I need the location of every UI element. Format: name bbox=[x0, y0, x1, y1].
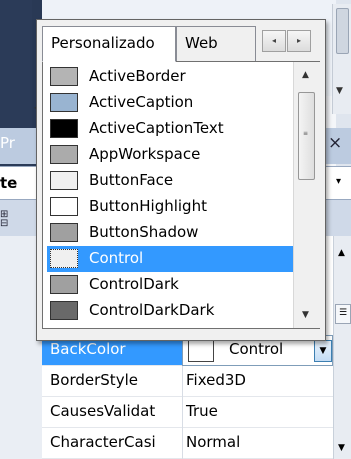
list-item-label: ActiveCaptionText bbox=[89, 119, 224, 137]
column-divider bbox=[182, 428, 183, 459]
list-item-label: ControlDarkDark bbox=[89, 301, 215, 319]
system-color-list[interactable]: ActiveBorder ActiveCaption ActiveCaption… bbox=[42, 61, 320, 329]
list-item-label: Control bbox=[89, 249, 144, 267]
object-selector-value: te bbox=[0, 174, 18, 192]
tab-scroll-right-icon[interactable]: ▸ bbox=[287, 30, 311, 52]
property-name: CharacterCasi bbox=[50, 433, 156, 451]
color-swatch bbox=[50, 67, 78, 86]
list-item-label: ActiveBorder bbox=[89, 67, 186, 85]
property-value: Normal bbox=[186, 433, 241, 451]
list-item[interactable]: ButtonHighlight bbox=[47, 194, 293, 220]
color-swatch bbox=[50, 171, 78, 190]
property-value: True bbox=[186, 402, 218, 420]
editor-scroll-thumb[interactable] bbox=[336, 8, 349, 54]
scroll-up-icon[interactable]: ▲ bbox=[338, 248, 345, 258]
property-value: Control bbox=[229, 340, 284, 358]
scroll-down-icon[interactable]: ▼ bbox=[302, 310, 309, 320]
properties-panel-title: Pr bbox=[0, 134, 15, 152]
property-row-causesvalidation[interactable]: CausesValidat True bbox=[42, 397, 333, 428]
close-icon[interactable]: × bbox=[328, 133, 342, 153]
list-item[interactable]: ActiveBorder bbox=[47, 64, 293, 90]
property-name: BorderStyle bbox=[50, 371, 138, 389]
categorized-view-icon[interactable]: ⊞ ⊟ bbox=[0, 210, 8, 229]
color-list-scrollbar[interactable]: ▲ ≡ ▼ bbox=[293, 62, 320, 328]
list-item[interactable]: AppWorkspace bbox=[47, 142, 293, 168]
color-swatch bbox=[50, 249, 78, 268]
list-item-label: ButtonHighlight bbox=[89, 197, 207, 215]
color-picker-tabs: Personalizado Web ◂ ▸ bbox=[42, 26, 320, 62]
tab-scroll-left-icon[interactable]: ◂ bbox=[262, 30, 286, 52]
color-swatch bbox=[50, 301, 78, 320]
list-item[interactable]: ControlDarkDark bbox=[47, 298, 293, 324]
list-item-label: ActiveCaption bbox=[89, 93, 194, 111]
property-row-borderstyle[interactable]: BorderStyle Fixed3D bbox=[42, 366, 333, 397]
chevron-down-icon[interactable]: ▾ bbox=[336, 176, 341, 187]
list-item-label: AppWorkspace bbox=[89, 145, 201, 163]
column-divider bbox=[182, 366, 183, 397]
color-swatch bbox=[50, 223, 78, 242]
property-name: BackColor bbox=[50, 340, 126, 358]
list-item[interactable]: ActiveCaption bbox=[47, 90, 293, 116]
scroll-down-icon[interactable]: ▼ bbox=[338, 443, 345, 453]
list-item[interactable]: ButtonShadow bbox=[47, 220, 293, 246]
editor-vertical-scrollbar[interactable]: ▼ bbox=[332, 4, 351, 114]
color-swatch bbox=[50, 93, 78, 112]
column-divider bbox=[182, 397, 183, 428]
color-swatch bbox=[188, 340, 214, 362]
property-value: Fixed3D bbox=[186, 371, 246, 389]
list-item-label: ControlDark bbox=[89, 275, 179, 293]
list-item-label: ButtonShadow bbox=[89, 223, 199, 241]
tab-web[interactable]: Web bbox=[176, 26, 256, 62]
scroll-up-icon[interactable]: ▲ bbox=[302, 70, 309, 80]
list-item-label: ButtonFace bbox=[89, 171, 174, 189]
property-grid-scrollbar[interactable]: ▲ ☰ ▼ bbox=[333, 236, 351, 459]
color-swatch bbox=[50, 119, 78, 138]
tab-scroll-buttons: ◂ ▸ bbox=[262, 30, 312, 52]
list-item-selected[interactable]: Control bbox=[47, 246, 293, 272]
list-item[interactable]: ButtonFace bbox=[47, 168, 293, 194]
scroll-down-icon[interactable]: ▼ bbox=[336, 86, 343, 96]
color-swatch bbox=[50, 197, 78, 216]
list-item[interactable]: ActiveCaptionText bbox=[47, 116, 293, 142]
scroll-grip-icon[interactable]: ☰ bbox=[335, 304, 351, 324]
dropdown-arrow-icon[interactable]: ▼ bbox=[314, 340, 332, 362]
color-swatch bbox=[50, 145, 78, 164]
list-item[interactable]: ControlDark bbox=[47, 272, 293, 298]
grip-icon: ≡ bbox=[303, 130, 309, 137]
property-name: CausesValidat bbox=[50, 402, 156, 420]
color-swatch bbox=[50, 275, 78, 294]
tab-personalizado[interactable]: Personalizado bbox=[42, 26, 176, 62]
property-row-charactercasing[interactable]: CharacterCasi Normal bbox=[42, 428, 333, 459]
